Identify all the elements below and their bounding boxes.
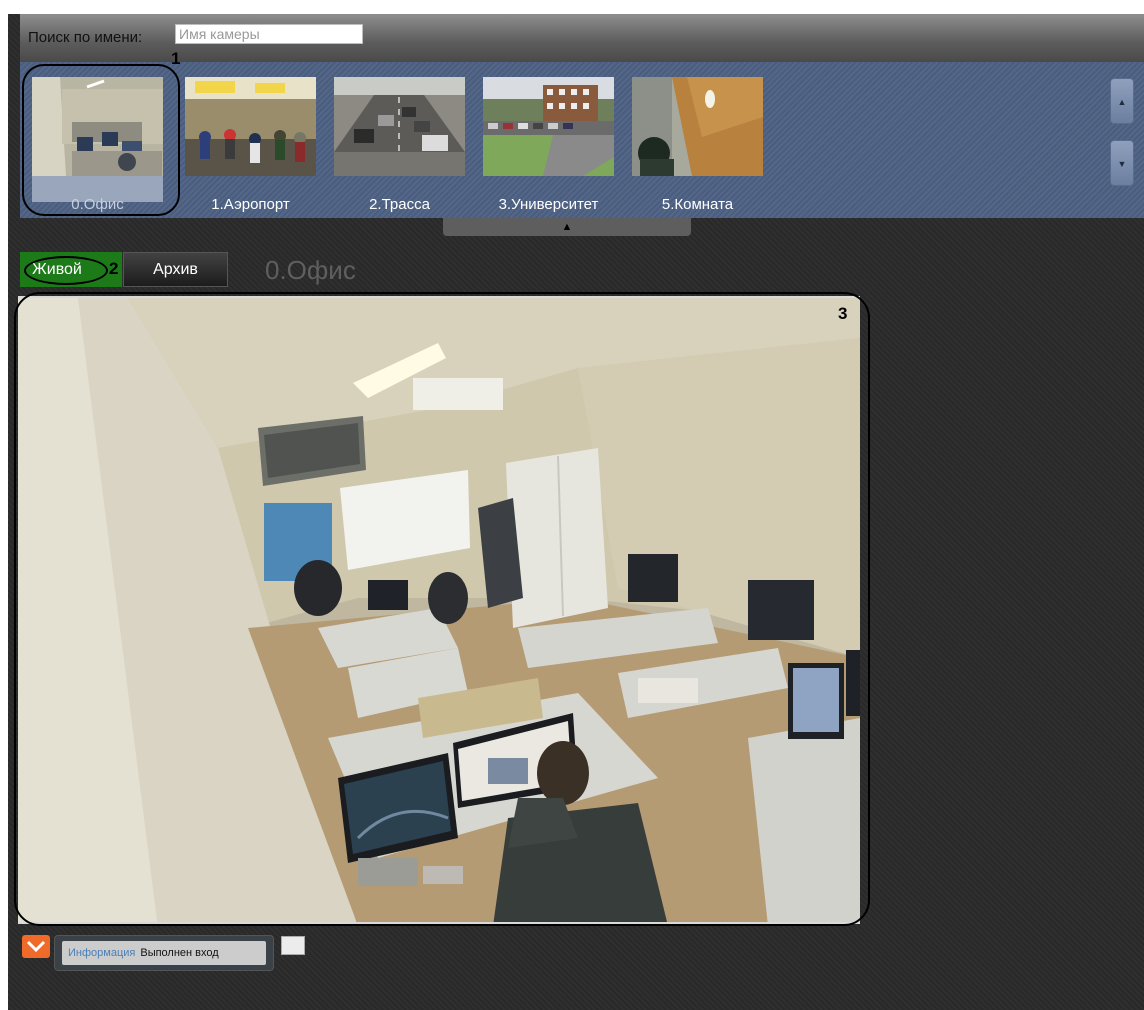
current-camera-title: 0.Офис (265, 255, 356, 285)
status-extra-box[interactable] (281, 936, 305, 955)
camera-thumb-image (632, 77, 763, 176)
status-message-text: Выполнен вход (140, 947, 219, 959)
collapse-up-icon: ▲ (561, 221, 573, 233)
camera-thumb-airport[interactable]: 1.Аэропорт (185, 77, 316, 213)
document-caption-fragment (0, 0, 1144, 14)
callout-1-number: 1 (171, 49, 181, 68)
page-margin (0, 14, 8, 1010)
camera-thumb-room[interactable]: 5.Комната (632, 77, 763, 213)
callout-2-frame (24, 256, 108, 285)
camera-search-input[interactable] (175, 24, 363, 44)
chevron-up-icon: ▲ (1117, 97, 1127, 107)
camera-thumb-image (185, 77, 316, 176)
callout-2-number: 2 (109, 259, 119, 278)
archive-mode-label: Архив (153, 261, 198, 278)
camera-thumb-label: 5.Комната (661, 196, 734, 213)
notification-toggle-button[interactable] (22, 935, 50, 958)
callout-1-frame (22, 64, 180, 216)
chevron-down-icon (26, 940, 46, 953)
status-message-type: Информация (68, 947, 136, 959)
callout-3-number: 3 (838, 304, 848, 323)
archive-mode-button[interactable]: Архив (123, 252, 228, 287)
status-message-body: Информация Выполнен вход (62, 941, 266, 965)
camera-thumb-highway[interactable]: 2.Трасса (334, 77, 465, 213)
camera-strip: 0.Офис 1.Аэропорт 2.Трасса 3.Университет… (20, 62, 1144, 218)
collapse-strip-button[interactable]: ▲ (443, 218, 691, 236)
camera-thumb-label: 2.Трасса (369, 196, 430, 213)
camera-thumb-label: 3.Университет (498, 196, 599, 213)
camera-thumb-image (483, 77, 614, 176)
scroll-up-button[interactable]: ▲ (1110, 78, 1134, 124)
scroll-down-button[interactable]: ▼ (1110, 140, 1134, 186)
chevron-down-icon: ▼ (1117, 159, 1127, 169)
camera-thumb-label: 1.Аэропорт (211, 196, 290, 213)
camera-thumb-image (334, 77, 465, 176)
callout-3-frame (14, 292, 870, 926)
camera-thumb-university[interactable]: 3.Университет (483, 77, 614, 213)
search-bar: Поиск по имени: (20, 14, 1144, 62)
search-label: Поиск по имени: (28, 29, 143, 46)
status-message: Информация Выполнен вход (54, 935, 274, 971)
